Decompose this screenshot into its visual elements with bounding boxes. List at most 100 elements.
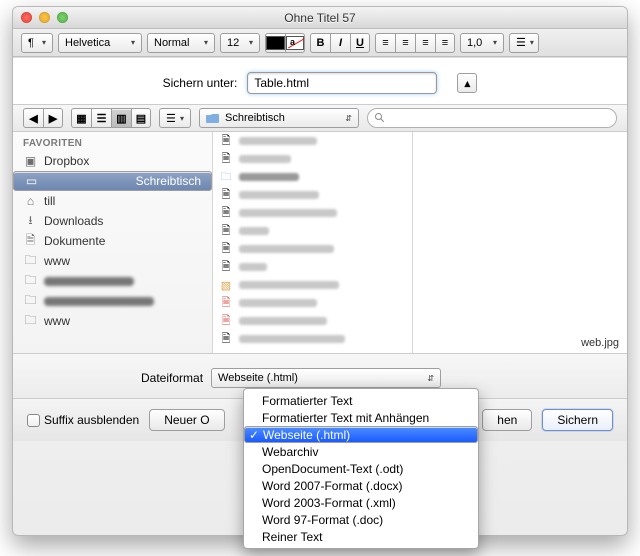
file-icon: 🗎 xyxy=(219,224,233,238)
icon-view-button[interactable]: ▦ xyxy=(71,108,91,128)
highlight-color-button[interactable]: a xyxy=(285,33,305,53)
sidebar-item-label: www xyxy=(44,254,70,268)
file-browser: FAVORITEN ▣ Dropbox ▭ Schreibtisch ⌂ til… xyxy=(13,132,627,354)
file-icon: 🗎 xyxy=(219,242,233,256)
format-option[interactable]: Webarchiv xyxy=(244,443,478,460)
formatting-toolbar: ¶▾ Helvetica▾ Normal▾ 12▾ a B I U ≡ ≡ ≡ … xyxy=(13,29,627,57)
coverflow-view-button[interactable]: ▤ xyxy=(131,108,151,128)
file-caption: web.jpg xyxy=(421,337,620,353)
sidebar-item-downloads[interactable]: ⭳ Downloads xyxy=(13,211,212,231)
file-format-dropdown[interactable]: Formatierter Text Formatierter Text mit … xyxy=(243,388,479,549)
sidebar-item-label: Dokumente xyxy=(44,234,105,248)
home-icon: ⌂ xyxy=(23,194,38,208)
desktop-icon: ▭ xyxy=(24,174,39,188)
file-format-label: Dateiformat xyxy=(141,371,203,385)
pdf-icon: 🗎 xyxy=(219,314,233,328)
updown-icon: ⇵ xyxy=(345,114,352,123)
chevron-icon: ▾ xyxy=(204,38,208,47)
bold-button[interactable]: B xyxy=(310,33,330,53)
save-button[interactable]: Sichern xyxy=(542,409,613,431)
text-color-button[interactable] xyxy=(265,33,285,53)
align-left-button[interactable]: ≡ xyxy=(375,33,395,53)
format-option[interactable]: Word 2003-Format (.xml) xyxy=(244,494,478,511)
file-icon: 🗎 xyxy=(219,188,233,202)
list-style-select[interactable]: ☰▾ xyxy=(509,33,539,53)
paragraph-style-select[interactable]: ¶▾ xyxy=(21,33,53,53)
location-popup[interactable]: Schreibtisch ⇵ xyxy=(199,108,359,128)
titlebar: Ohne Titel 57 xyxy=(13,7,627,29)
sidebar-item-home[interactable]: ⌂ till xyxy=(13,191,212,211)
sidebar-header: FAVORITEN xyxy=(13,132,212,151)
format-option[interactable]: Reiner Text xyxy=(244,528,478,545)
format-option[interactable]: Word 2007-Format (.docx) xyxy=(244,477,478,494)
align-center-button[interactable]: ≡ xyxy=(395,33,415,53)
checkbox-label: Suffix ausblenden xyxy=(44,413,139,427)
file-format-value: Webseite (.html) xyxy=(218,372,298,384)
hide-suffix-checkbox[interactable]: Suffix ausblenden xyxy=(27,413,139,427)
downloads-icon: ⭳ xyxy=(23,214,38,228)
file-format-select[interactable]: Webseite (.html) ⇵ xyxy=(211,368,441,388)
sidebar-item-folder[interactable]: 🗀 xyxy=(13,291,212,311)
font-family-select[interactable]: Helvetica▾ xyxy=(58,33,142,53)
chevron-icon: ▾ xyxy=(180,114,184,123)
location-label: Schreibtisch xyxy=(225,112,285,124)
color-group: a xyxy=(265,33,305,53)
arrange-select[interactable]: ☰▾ xyxy=(159,108,191,128)
sidebar-item-folder[interactable]: 🗀 www xyxy=(13,311,212,331)
nav-group: ◀ ▶ xyxy=(23,108,63,128)
file-column-2[interactable]: web.jpg xyxy=(413,132,628,353)
align-justify-button[interactable]: ≡ xyxy=(435,33,455,53)
align-right-button[interactable]: ≡ xyxy=(415,33,435,53)
text-style-group: B I U xyxy=(310,33,370,53)
chevron-icon: ▾ xyxy=(530,38,534,47)
file-icon: 🗎 xyxy=(219,206,233,220)
sidebar-item-dropbox[interactable]: ▣ Dropbox xyxy=(13,151,212,171)
sidebar-item-label: Schreibtisch xyxy=(136,174,201,188)
italic-button[interactable]: I xyxy=(330,33,350,53)
sidebar-item-desktop[interactable]: ▭ Schreibtisch xyxy=(13,171,212,191)
checkmark-icon: ✓ xyxy=(249,428,259,442)
file-icon: 🗎 xyxy=(219,332,233,346)
font-style-select[interactable]: Normal▾ xyxy=(147,33,215,53)
folder-icon: 🗀 xyxy=(23,254,38,268)
sidebar-item-folder[interactable]: 🗀 www xyxy=(13,251,212,271)
format-option[interactable]: Word 97-Format (.doc) xyxy=(244,511,478,528)
save-as-row: Sichern unter: ▴ xyxy=(13,58,627,104)
updown-icon: ⇵ xyxy=(427,374,434,383)
filename-input[interactable] xyxy=(247,72,437,94)
chevron-icon: ▾ xyxy=(249,38,253,47)
format-option[interactable]: OpenDocument-Text (.odt) xyxy=(244,460,478,477)
forward-button[interactable]: ▶ xyxy=(43,108,63,128)
folder-icon: 🗀 xyxy=(219,170,233,184)
format-option-selected[interactable]: ✓Webseite (.html) xyxy=(244,426,478,443)
collapse-button[interactable]: ▴ xyxy=(457,73,477,93)
font-size-select[interactable]: 12▾ xyxy=(220,33,260,53)
browser-toolbar: ◀ ▶ ▦ ☰ ▥ ▤ ☰▾ Schreibtisch ⇵ xyxy=(13,104,627,132)
checkbox-icon xyxy=(27,414,40,427)
column-view-button[interactable]: ▥ xyxy=(111,108,131,128)
documents-icon: 🗎 xyxy=(23,234,38,248)
chevron-icon: ▾ xyxy=(493,38,497,47)
search-field[interactable] xyxy=(367,108,617,128)
line-spacing-select[interactable]: 1,0▾ xyxy=(460,33,504,53)
folder-icon: 🗀 xyxy=(23,314,38,328)
back-button[interactable]: ◀ xyxy=(23,108,43,128)
chevron-icon: ▾ xyxy=(131,38,135,47)
cancel-button[interactable]: hen xyxy=(482,409,532,431)
alignment-group: ≡ ≡ ≡ ≡ xyxy=(375,33,455,53)
new-folder-button[interactable]: Neuer O xyxy=(149,409,224,431)
file-column-1[interactable]: 🗎 🗎 🗀 🗎 🗎 🗎 🗎 🗎 ▧ 🗎 🗎 🗎 xyxy=(213,132,413,353)
image-icon: ▧ xyxy=(219,278,233,292)
format-option[interactable]: Formatierter Text xyxy=(244,392,478,409)
list-view-button[interactable]: ☰ xyxy=(91,108,111,128)
pdf-icon: 🗎 xyxy=(219,296,233,310)
save-as-label: Sichern unter: xyxy=(163,76,238,90)
format-option[interactable]: Formatierter Text mit Anhängen xyxy=(244,409,478,426)
sidebar-item-label: till xyxy=(44,194,55,208)
sidebar-item-folder[interactable]: 🗀 xyxy=(13,271,212,291)
underline-button[interactable]: U xyxy=(350,33,370,53)
folder-icon: 🗀 xyxy=(23,274,38,288)
search-icon xyxy=(374,112,386,124)
file-icon: 🗎 xyxy=(219,260,233,274)
sidebar-item-documents[interactable]: 🗎 Dokumente xyxy=(13,231,212,251)
